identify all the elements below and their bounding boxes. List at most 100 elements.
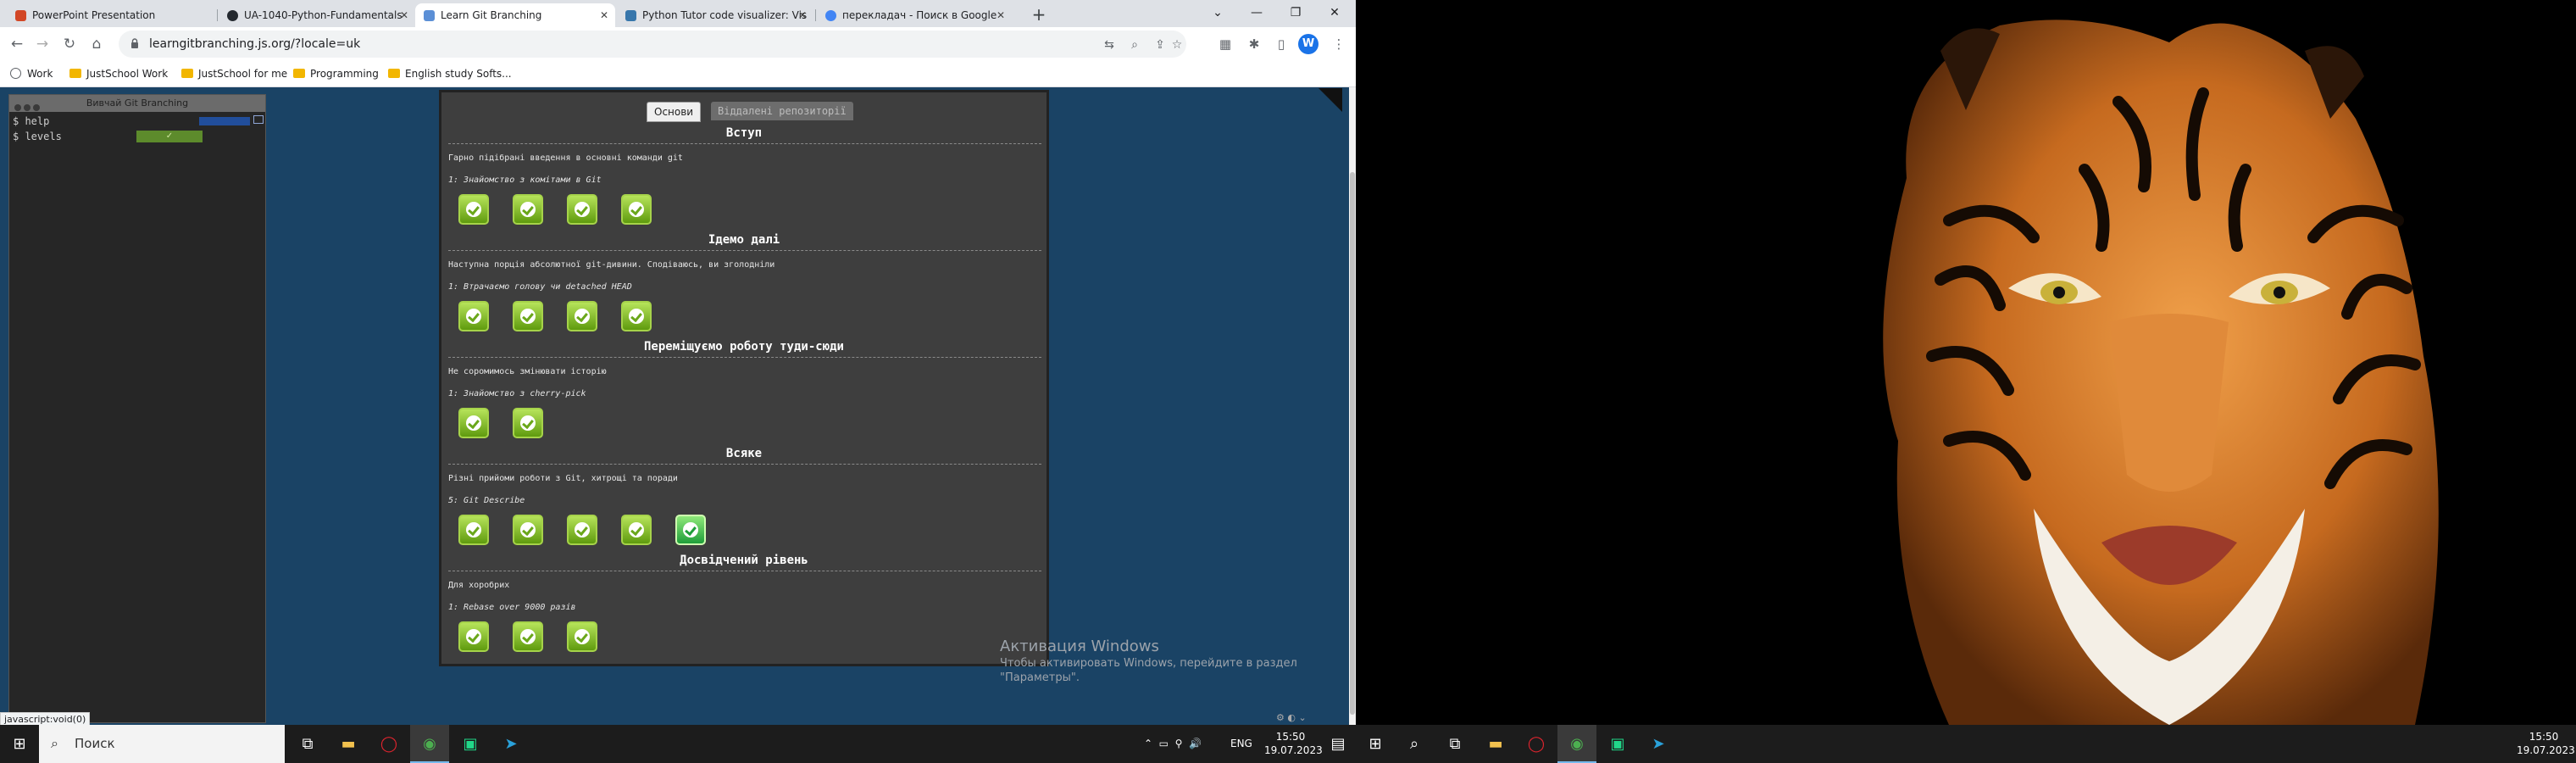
opera-icon[interactable]: ◯ bbox=[1517, 725, 1556, 763]
level-button[interactable] bbox=[567, 301, 597, 331]
bookmark-justschool-for-me[interactable]: JustSchool for me bbox=[181, 61, 287, 86]
tray-icons[interactable]: ⌃ ▭ ⚲ 🔊 bbox=[1144, 725, 1202, 763]
terminal-title: Вивчай Git Branching bbox=[86, 97, 189, 109]
taskbar-search[interactable]: ⌕ Поиск bbox=[39, 725, 285, 763]
translate-icon[interactable]: ⇆ bbox=[1102, 37, 1117, 53]
restore-button[interactable]: ❐ bbox=[1276, 0, 1315, 27]
tab-powerpoint[interactable]: PowerPoint Presentation bbox=[7, 3, 215, 27]
level-button[interactable] bbox=[513, 408, 543, 438]
level-button[interactable] bbox=[621, 194, 652, 225]
profile-avatar[interactable]: W bbox=[1298, 34, 1319, 54]
extension-translator-icon[interactable]: ▦ bbox=[1213, 32, 1237, 56]
level-button[interactable] bbox=[513, 515, 543, 545]
level-button[interactable] bbox=[458, 515, 489, 545]
file-explorer-icon[interactable]: ▬ bbox=[1476, 725, 1515, 763]
telegram-icon[interactable]: ➤ bbox=[1639, 725, 1678, 763]
checkmark-icon bbox=[520, 415, 536, 431]
language-indicator[interactable]: ENG bbox=[1230, 725, 1252, 763]
tab-google-search[interactable]: перекладач - Поиск в Google ✕ bbox=[817, 3, 1012, 27]
back-icon[interactable]: ← bbox=[5, 32, 29, 56]
address-bar[interactable]: learngitbranching.js.org/?locale=uk ⇆ ⌕ … bbox=[119, 31, 1186, 58]
home-icon[interactable]: ⌂ bbox=[85, 32, 108, 56]
close-tab-icon[interactable]: ✕ bbox=[798, 3, 807, 27]
telegram-icon[interactable]: ➤ bbox=[491, 725, 530, 763]
command-levels[interactable]: $ levels bbox=[13, 131, 62, 142]
windows-start-icon[interactable]: ⊞ bbox=[1356, 725, 1395, 763]
tab-title: Learn Git Branching bbox=[441, 9, 542, 21]
level-button[interactable] bbox=[513, 621, 543, 652]
section-title: Ідемо далі bbox=[708, 233, 780, 247]
level-button[interactable] bbox=[567, 621, 597, 652]
tab-remote[interactable]: Віддалені репозиторії bbox=[711, 102, 853, 120]
lock-icon bbox=[131, 38, 138, 48]
task-view-icon[interactable]: ⧉ bbox=[1435, 725, 1474, 763]
chrome-icon[interactable]: ◉ bbox=[410, 725, 449, 763]
new-tab-button[interactable]: + bbox=[1027, 3, 1051, 27]
scrollbar-thumb[interactable] bbox=[1350, 172, 1355, 715]
pycharm-icon[interactable]: ▣ bbox=[451, 725, 490, 763]
current-level-label: 1: Втрачаємо голову чи detached HEAD bbox=[448, 282, 632, 292]
bookmark-english-study[interactable]: English study Softs... bbox=[388, 61, 512, 86]
bookmark-star-icon[interactable]: ☆ bbox=[1169, 37, 1185, 53]
notifications-icon[interactable]: ▤ bbox=[1319, 725, 1357, 763]
zoom-icon[interactable]: ⌕ bbox=[1127, 37, 1142, 53]
bookmark-work[interactable]: Work bbox=[10, 61, 53, 86]
page-scrollbar[interactable] bbox=[1349, 87, 1356, 725]
bookmark-label: English study Softs... bbox=[405, 68, 512, 80]
reload-icon[interactable]: ↻ bbox=[58, 32, 81, 56]
opera-icon[interactable]: ◯ bbox=[369, 725, 408, 763]
bookmark-label: JustSchool Work bbox=[86, 68, 169, 80]
page-controls[interactable]: ⚙ ◐ ⌄ bbox=[1276, 712, 1307, 723]
level-button[interactable] bbox=[567, 194, 597, 225]
forward-icon[interactable]: → bbox=[31, 32, 54, 56]
close-tab-icon[interactable]: ✕ bbox=[600, 3, 608, 27]
minimize-button[interactable]: — bbox=[1237, 0, 1276, 27]
clock[interactable]: 15:50 19.07.2023 bbox=[2517, 730, 2575, 757]
bookmark-justschool-work[interactable]: JustSchool Work bbox=[69, 61, 168, 86]
tab-github[interactable]: UA-1040-Python-Fundamentals ✕ bbox=[219, 3, 415, 27]
level-button[interactable] bbox=[567, 515, 597, 545]
tab-search-icon[interactable]: ⌄ bbox=[1198, 0, 1237, 27]
tab-title: Python Tutor code visualizer: Vis bbox=[642, 9, 808, 21]
level-button[interactable] bbox=[513, 194, 543, 225]
task-view-icon[interactable]: ⧉ bbox=[288, 725, 327, 763]
levels-result: ✓ bbox=[136, 131, 203, 142]
terminal-window-icon[interactable] bbox=[253, 115, 264, 124]
tab-strip: PowerPoint Presentation UA-1040-Python-F… bbox=[0, 0, 1356, 27]
share-icon[interactable]: ⇪ bbox=[1152, 37, 1168, 53]
level-button[interactable] bbox=[675, 515, 706, 545]
close-tab-icon[interactable]: ✕ bbox=[997, 3, 1005, 27]
menu-kebab-icon[interactable]: ⋮ bbox=[1327, 32, 1351, 56]
side-panel-icon[interactable]: ▯ bbox=[1269, 32, 1293, 56]
command-help[interactable]: $ help bbox=[13, 115, 49, 127]
level-button[interactable] bbox=[458, 194, 489, 225]
bookmark-programming[interactable]: Programming bbox=[293, 61, 379, 86]
level-button[interactable] bbox=[621, 515, 652, 545]
checkmark-icon bbox=[629, 202, 644, 217]
tab-learn-git-branching[interactable]: Learn Git Branching ✕ bbox=[415, 3, 615, 27]
file-explorer-icon[interactable]: ▬ bbox=[329, 725, 368, 763]
windows-start-icon[interactable]: ⊞ bbox=[0, 725, 39, 763]
tab-basics[interactable]: Основи bbox=[647, 102, 702, 122]
level-button[interactable] bbox=[513, 301, 543, 331]
close-window-button[interactable]: ✕ bbox=[1315, 0, 1354, 27]
extensions-puzzle-icon[interactable]: ✱ bbox=[1242, 32, 1266, 56]
tab-python-tutor[interactable]: Python Tutor code visualizer: Vis ✕ bbox=[617, 3, 813, 27]
level-button[interactable] bbox=[621, 301, 652, 331]
pycharm-icon[interactable]: ▣ bbox=[1598, 725, 1637, 763]
level-button[interactable] bbox=[458, 301, 489, 331]
bookmark-label: JustSchool for me bbox=[198, 68, 288, 80]
page-corner-ribbon[interactable] bbox=[1319, 88, 1342, 112]
chrome-icon[interactable]: ◉ bbox=[1557, 725, 1596, 763]
checkmark-icon bbox=[575, 629, 590, 644]
close-tab-icon[interactable]: ✕ bbox=[400, 3, 408, 27]
level-button[interactable] bbox=[458, 621, 489, 652]
globe-icon bbox=[10, 68, 21, 79]
checkmark-icon bbox=[520, 629, 536, 644]
level-button[interactable] bbox=[458, 408, 489, 438]
current-level-label: 5: Git Describe bbox=[448, 496, 525, 505]
checkmark-icon bbox=[629, 309, 644, 324]
clock[interactable]: 15:50 19.07.2023 bbox=[1264, 730, 1323, 757]
search-icon[interactable]: ⌕ bbox=[1395, 725, 1434, 763]
checkmark-icon bbox=[466, 309, 481, 324]
